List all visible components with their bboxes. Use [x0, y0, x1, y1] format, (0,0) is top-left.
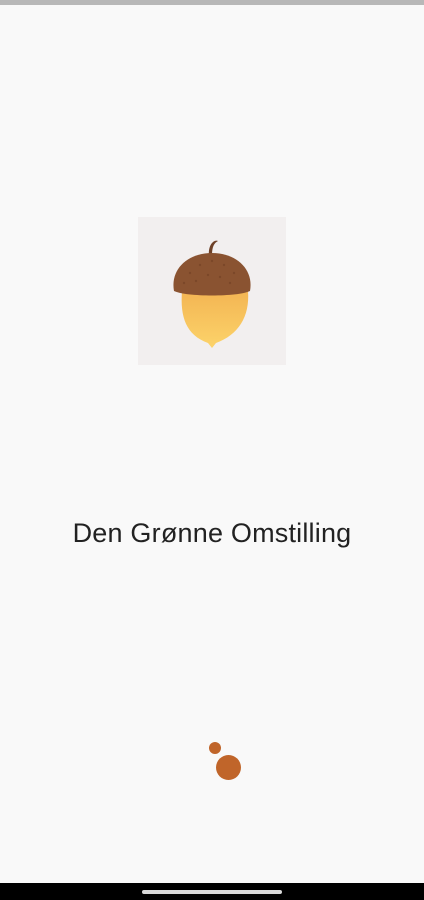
home-indicator[interactable] — [142, 890, 282, 894]
app-title: Den Grønne Omstilling — [72, 518, 352, 548]
status-bar — [0, 0, 424, 5]
loading-dot-large — [216, 755, 241, 780]
navigation-bar — [0, 883, 424, 900]
app-logo — [138, 217, 286, 365]
loading-dots-icon — [200, 735, 250, 785]
loading-dot-small — [209, 742, 221, 754]
acorn-icon — [173, 240, 251, 348]
